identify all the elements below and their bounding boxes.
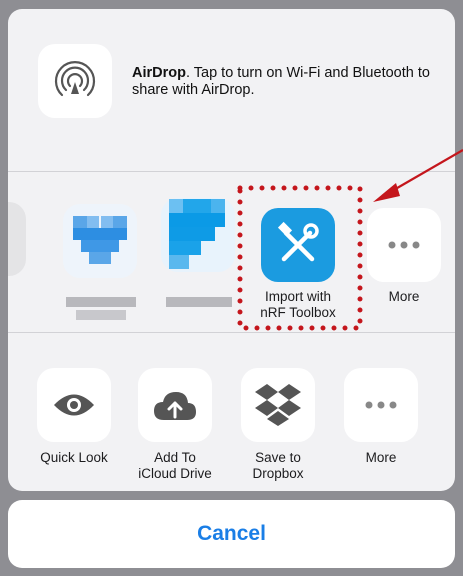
action-label: More [365,450,397,465]
dropbox-icon [241,368,315,442]
action-save-dropbox[interactable]: Save to Dropbox [228,333,328,491]
action-label-line2: Dropbox [252,466,304,481]
action-label-line1: Save to [255,450,301,465]
share-sheet: AirDrop. Tap to turn on Wi-Fi and Blueto… [8,9,455,491]
action-quick-look[interactable]: Quick Look [24,333,124,491]
airdrop-section[interactable]: AirDrop. Tap to turn on Wi-Fi and Blueto… [8,9,455,171]
cancel-button[interactable]: Cancel [8,500,455,568]
action-more[interactable]: More [331,333,431,491]
app-row: Import with nRF Toolbox More [8,172,455,332]
action-add-icloud[interactable]: Add To iCloud Drive [125,333,225,491]
airdrop-message: AirDrop. Tap to turn on Wi-Fi and Blueto… [132,65,437,99]
eye-icon [37,368,111,442]
more-icon [344,368,418,442]
action-label-line2: iCloud Drive [138,466,212,481]
cloud-upload-icon [138,368,212,442]
highlight-box [237,185,363,331]
action-label-line1: Add To [154,450,196,465]
airdrop-icon[interactable] [38,44,112,118]
action-row: Quick Look Add To iCloud Drive Save to D… [8,333,455,491]
action-label: Quick Look [40,450,108,465]
airdrop-title: AirDrop [132,65,186,81]
